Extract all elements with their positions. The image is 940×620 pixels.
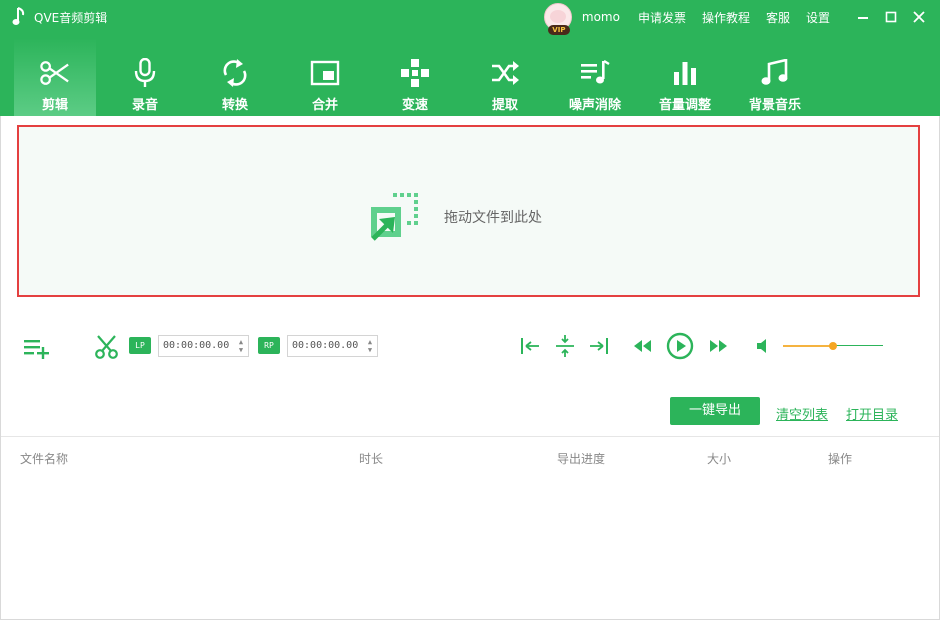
main-nav: 剪辑 录音 转换 合并 变速 提取 噪声消除 音量调整 背景音乐 [14, 38, 824, 116]
nav-label: 录音 [131, 98, 158, 113]
nav-label: 背景音乐 [748, 98, 801, 113]
set-end-icon [590, 338, 608, 354]
drag-drop-icon [371, 193, 418, 241]
column-header-size: 大小 [707, 452, 732, 466]
title-bar-actions: VIP momo 申请发票 操作教程 客服 设置 [543, 0, 940, 35]
volume-slider[interactable] [783, 340, 883, 352]
clear-list-link[interactable]: 清空列表 [776, 404, 828, 423]
avatar[interactable]: VIP [543, 3, 572, 35]
avatar-image [549, 10, 566, 23]
maximize-button[interactable] [880, 6, 902, 28]
app-title: QVE音频剪辑 [34, 10, 108, 25]
merge-icon [310, 58, 340, 88]
extract-icon [490, 58, 520, 88]
nav-tab-merge[interactable]: 合并 [284, 38, 366, 116]
column-header-duration: 时长 [359, 452, 384, 466]
nav-label: 提取 [491, 98, 518, 113]
play-icon [666, 332, 694, 360]
split-button[interactable] [553, 333, 577, 359]
minimize-button[interactable] [852, 6, 874, 28]
open-directory-link[interactable]: 打开目录 [846, 404, 898, 423]
column-header-filename: 文件名称 [20, 452, 69, 466]
start-time-input[interactable]: 00:00:00.00 ▲ ▼ [158, 335, 249, 357]
drop-zone-text: 拖动文件到此处 [444, 210, 542, 226]
nav-tab-background-music[interactable]: 背景音乐 [734, 38, 816, 116]
volume-adjust-icon [670, 58, 700, 88]
vip-badge: VIP [547, 25, 570, 35]
noise-removal-icon [580, 58, 610, 88]
start-time-value: 00:00:00.00 [163, 340, 230, 351]
cut-button[interactable] [94, 334, 120, 360]
end-time-input[interactable]: 00:00:00.00 ▲ ▼ [287, 335, 378, 357]
close-button[interactable] [908, 6, 930, 28]
invoice-link[interactable]: 申请发票 [638, 9, 686, 26]
set-start-icon [521, 338, 539, 354]
convert-icon [220, 58, 250, 88]
fast-forward-button[interactable] [707, 333, 731, 359]
speaker-icon [757, 339, 766, 353]
end-time-value: 00:00:00.00 [292, 340, 359, 351]
start-time-spinner[interactable]: ▲ ▼ [237, 338, 245, 354]
maximize-icon [885, 11, 897, 23]
nav-label: 噪声消除 [568, 98, 621, 113]
app-logo-icon [12, 7, 25, 25]
nav-tab-volume-adjust[interactable]: 音量调整 [644, 38, 726, 116]
username[interactable]: momo [582, 10, 620, 24]
end-time-spinner[interactable]: ▲ ▼ [366, 338, 374, 354]
nav-label: 合并 [311, 98, 338, 113]
nav-tab-convert[interactable]: 转换 [194, 38, 276, 116]
column-header-actions: 操作 [828, 452, 853, 466]
fast-forward-icon [710, 340, 727, 352]
set-start-button[interactable] [518, 333, 542, 359]
nav-tab-extract[interactable]: 提取 [464, 38, 546, 116]
lp-tag: LP [129, 337, 151, 354]
scissors-icon [40, 58, 70, 88]
nav-tab-speed[interactable]: 变速 [374, 38, 456, 116]
rewind-icon [634, 340, 651, 352]
nav-tab-noise-removal[interactable]: 噪声消除 [554, 38, 636, 116]
tutorial-link[interactable]: 操作教程 [702, 9, 750, 26]
export-all-button[interactable]: 一键导出 [670, 397, 760, 425]
column-header-progress: 导出进度 [557, 452, 606, 466]
settings-link[interactable]: 设置 [806, 9, 830, 26]
minimize-icon [858, 17, 868, 19]
volume-track-empty [833, 345, 883, 346]
play-button[interactable] [665, 331, 695, 361]
rewind-button[interactable] [630, 333, 654, 359]
speed-icon [400, 58, 430, 88]
set-end-button[interactable] [587, 333, 611, 359]
customer-service-link[interactable]: 客服 [766, 9, 790, 26]
nav-tab-record[interactable]: 录音 [104, 38, 186, 116]
nav-label: 变速 [401, 98, 428, 113]
volume-button[interactable] [751, 333, 775, 359]
app-header: QVE音频剪辑 VIP momo 申请发票 操作教程 客服 设置 剪辑 录音 转… [0, 0, 940, 116]
music-note-icon [760, 58, 790, 88]
title-bar: QVE音频剪辑 [12, 7, 107, 27]
file-drop-zone[interactable]: 拖动文件到此处 [17, 125, 920, 297]
nav-label: 音量调整 [658, 98, 711, 113]
split-icon [556, 335, 574, 357]
scissors-icon [95, 335, 118, 359]
close-icon [913, 11, 925, 23]
microphone-icon [130, 58, 160, 88]
nav-tab-cut[interactable]: 剪辑 [14, 38, 96, 116]
add-files-button[interactable] [22, 334, 50, 360]
table-divider [1, 436, 939, 437]
add-list-icon [24, 340, 49, 359]
volume-track-filled [783, 345, 833, 347]
volume-thumb[interactable] [829, 342, 837, 350]
nav-label: 转换 [221, 98, 248, 113]
rp-tag: RP [258, 337, 280, 354]
nav-label: 剪辑 [41, 98, 68, 113]
